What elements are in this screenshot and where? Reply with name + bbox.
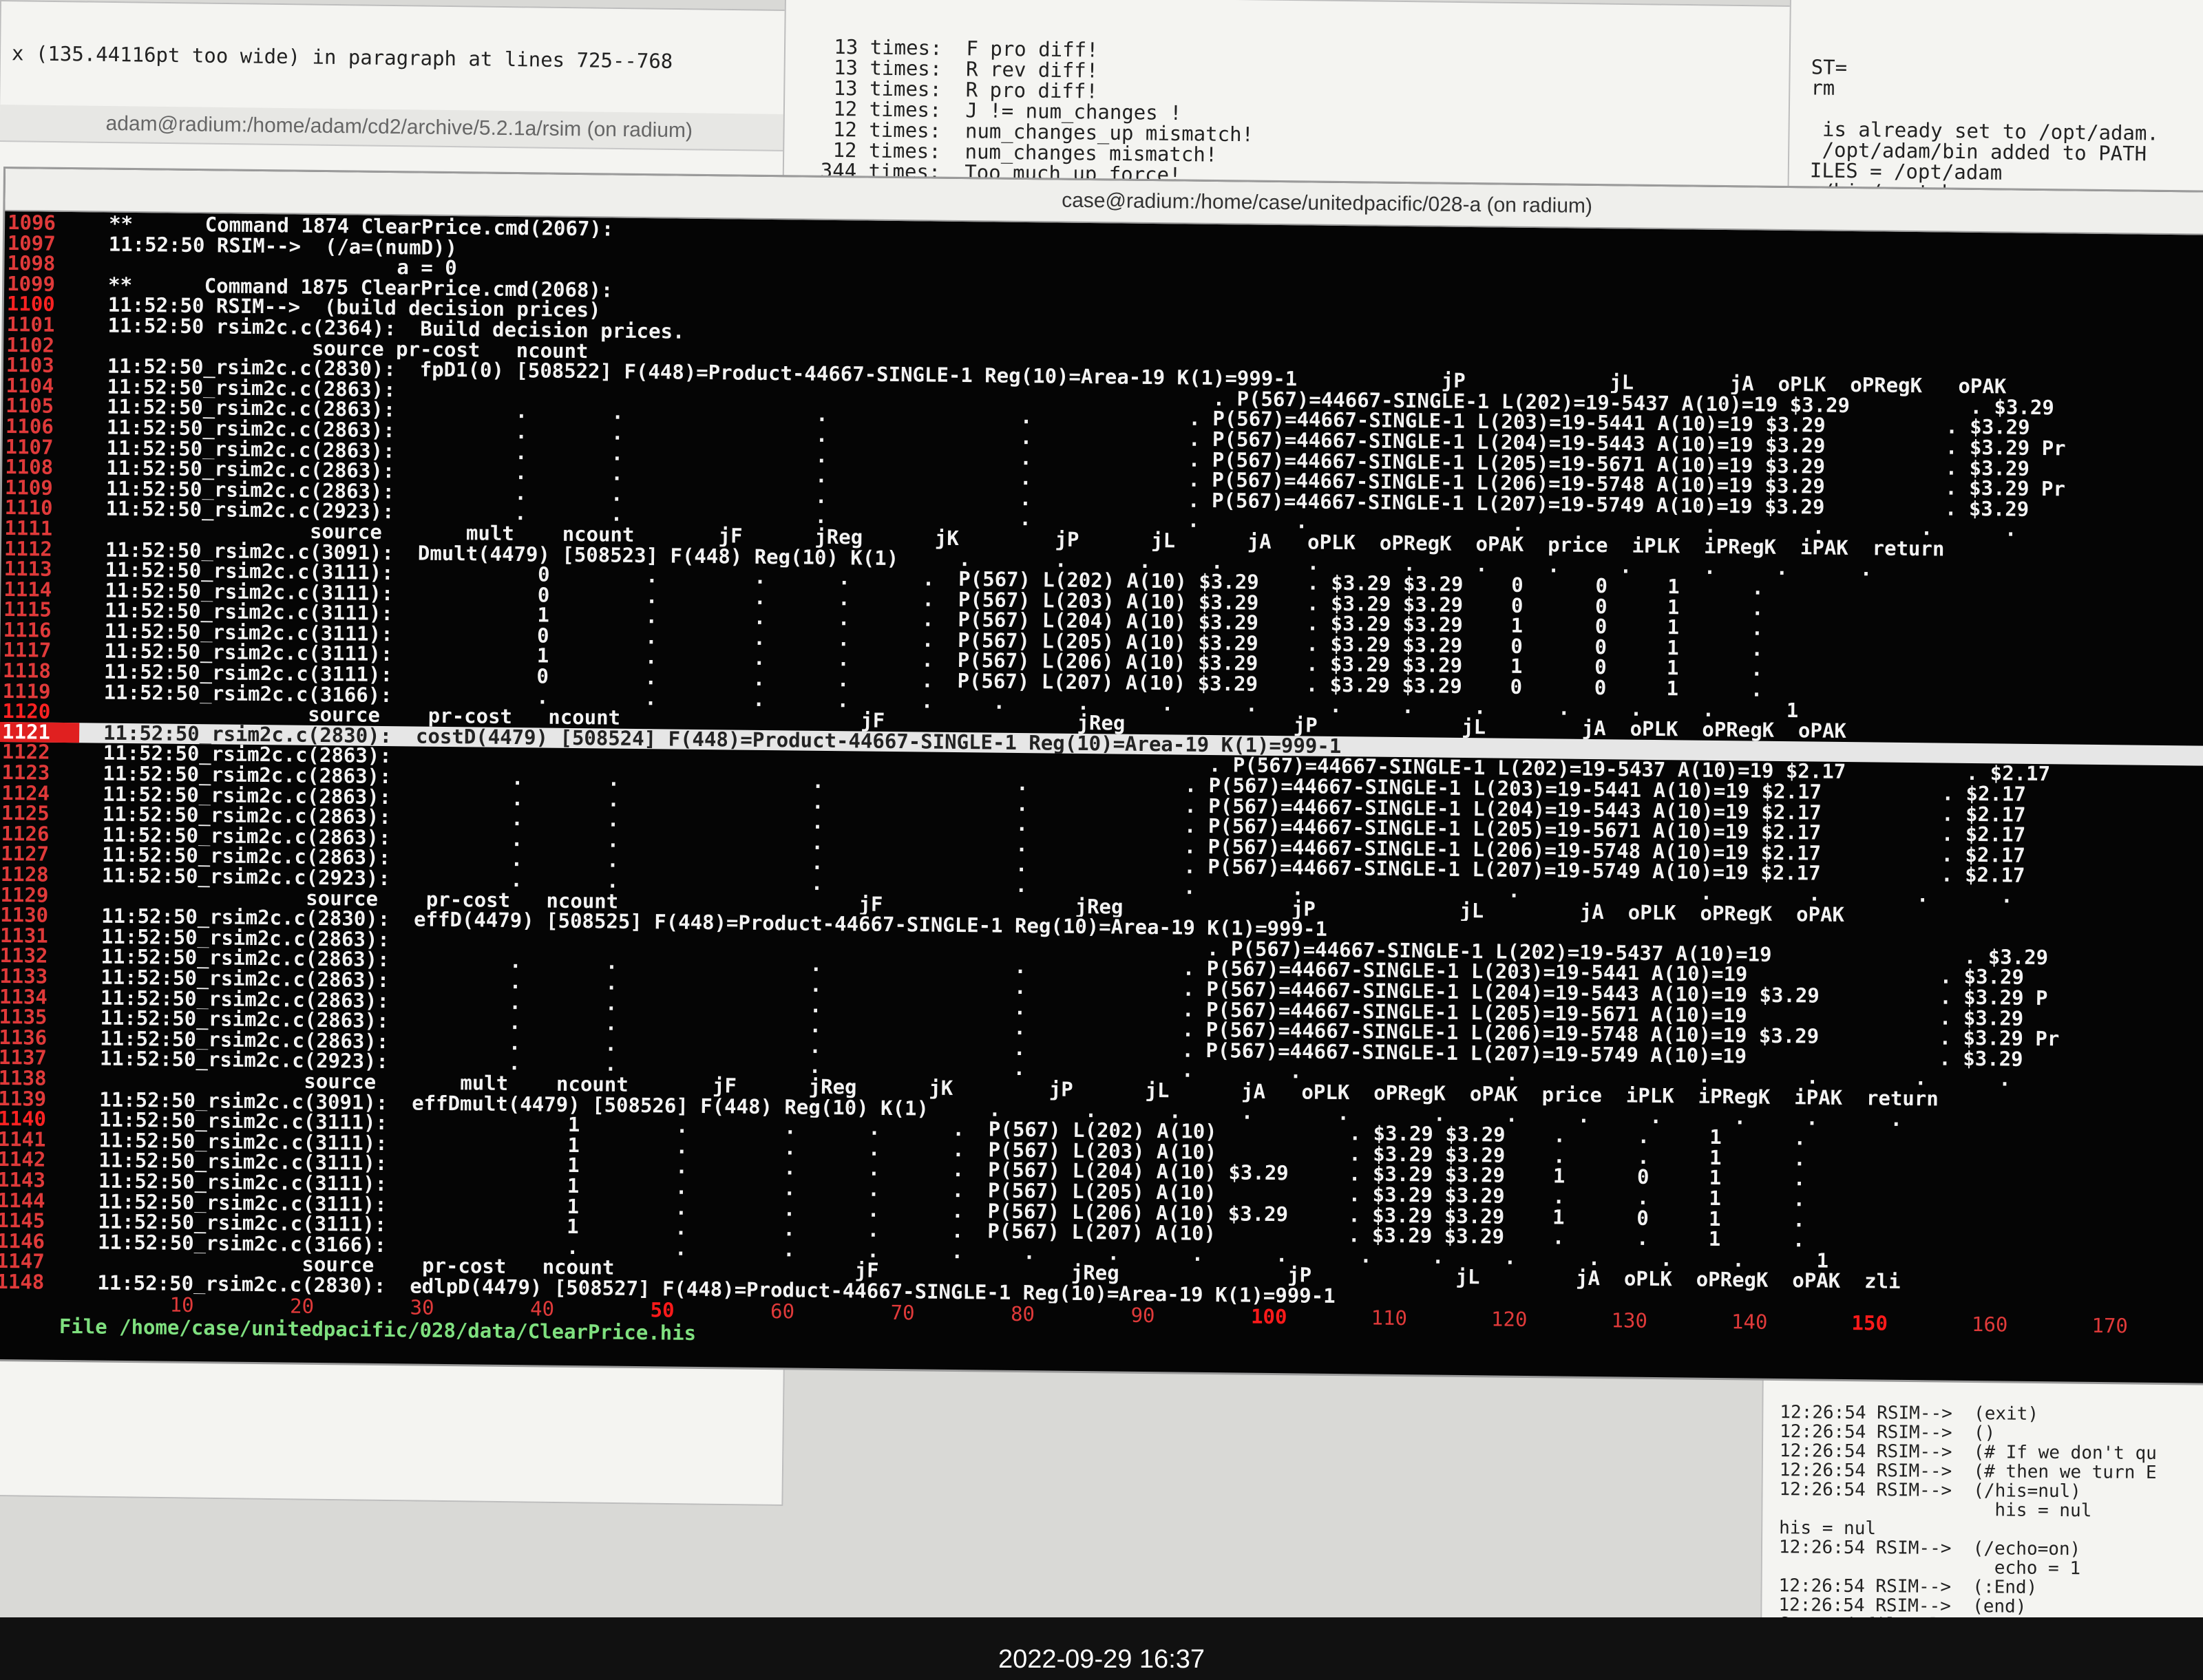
ruler-mark: 70 <box>890 1301 915 1325</box>
line-number: 1106 <box>5 414 54 438</box>
ruler-mark: 10 <box>169 1293 194 1317</box>
ruler-mark: 160 <box>1971 1312 2008 1337</box>
ruler-mark: 150 <box>1851 1311 1888 1336</box>
line-number: 1128 <box>0 862 49 886</box>
ruler-mark: 90 <box>1130 1304 1155 1328</box>
bottom-right-window-lines: 12:26:54 RSIM--> (exit) 12:26:54 RSIM--> … <box>1762 1389 2203 1637</box>
ruler-mark: 100 <box>1250 1305 1287 1329</box>
ruler-mark: 120 <box>1490 1307 1528 1332</box>
ruler-mark: 140 <box>1731 1310 1768 1335</box>
ruler-mark: 40 <box>529 1297 555 1321</box>
ruler-mark: 130 <box>1611 1308 1648 1333</box>
background-terminal-middle: 13 times: F pro diff! 13 times: R rev di… <box>782 0 1834 202</box>
line-number: 1133 <box>0 964 48 988</box>
ruler-mark: 80 <box>1010 1302 1035 1326</box>
left-window-title[interactable]: adam@radium:/home/adam/cd2/archive/5.2.1… <box>0 105 799 152</box>
ruler-mark: 60 <box>770 1299 795 1323</box>
left-top-line: x (135.44116pt too wide) in paragraph at… <box>11 41 673 73</box>
terminal-buffer[interactable]: 1096 ** Command 1874 ClearPrice.cmd(2067… <box>0 211 2203 1361</box>
middle-window-lines: 13 times: F pro diff! 13 times: R rev di… <box>783 35 1832 202</box>
ruler-mark: 20 <box>289 1295 315 1319</box>
ruler-mark: 110 <box>1371 1306 1408 1330</box>
line-number: 1148 <box>0 1269 45 1294</box>
photo-timestamp: 2022-09-29 16:37 <box>998 1645 1205 1674</box>
line-number: 1138 <box>0 1065 47 1090</box>
ruler-mark: 50 <box>650 1298 675 1323</box>
terminal-rows: 1096 ** Command 1874 ClearPrice.cmd(2067… <box>0 211 2203 1316</box>
line-number: 1143 <box>0 1167 46 1192</box>
ruler-mark: 170 <box>2091 1314 2129 1338</box>
background-terminal-bottom-right: 12:26:54 RSIM--> (exit) 12:26:54 RSIM--> … <box>1760 1349 2203 1637</box>
line-number: 1101 <box>6 312 55 337</box>
ruler-mark: 30 <box>410 1295 434 1320</box>
line-number: 1111 <box>4 515 53 540</box>
main-terminal-window[interactable]: case@radium:/home/case/unitedpacific/028… <box>0 169 2203 1383</box>
